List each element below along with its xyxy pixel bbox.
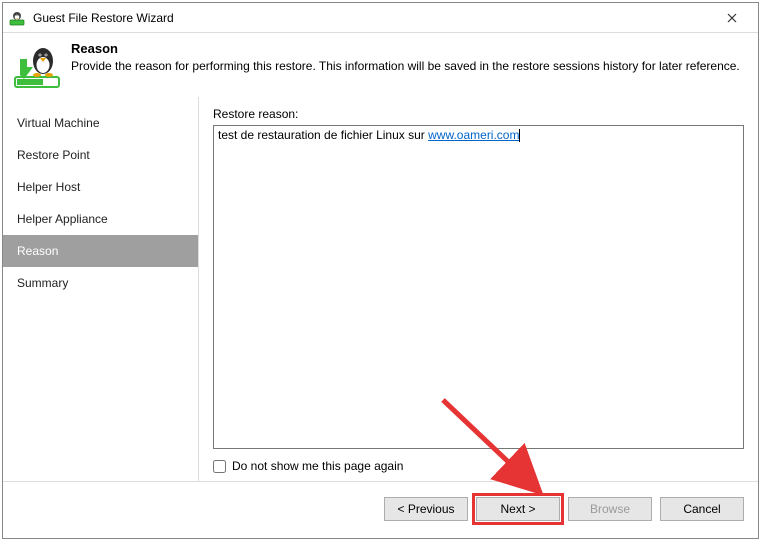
wizard-footer: < Previous Next > Browse Cancel [3, 481, 758, 535]
header-title: Reason [71, 41, 748, 56]
sidebar-item-helper-host[interactable]: Helper Host [3, 171, 198, 203]
wizard-window: Guest File Restore Wizard [2, 2, 759, 539]
sidebar-item-restore-point[interactable]: Restore Point [3, 139, 198, 171]
sidebar-item-summary[interactable]: Summary [3, 267, 198, 299]
sidebar-item-virtual-machine[interactable]: Virtual Machine [3, 107, 198, 139]
reason-text: test de restauration de fichier Linux su… [218, 128, 428, 142]
wizard-steps-sidebar: Virtual Machine Restore Point Helper Hos… [3, 97, 199, 481]
next-button[interactable]: Next > [476, 497, 560, 521]
dont-show-again-checkbox[interactable] [213, 460, 226, 473]
reason-link[interactable]: www.oameri.com [428, 128, 519, 142]
close-icon [727, 13, 737, 23]
reason-textarea[interactable]: test de restauration de fichier Linux su… [213, 125, 744, 449]
close-button[interactable] [712, 4, 752, 32]
wizard-body: Virtual Machine Restore Point Helper Hos… [3, 97, 758, 481]
dont-show-again-row[interactable]: Do not show me this page again [213, 459, 744, 473]
reason-label: Restore reason: [213, 107, 744, 121]
text-caret [519, 129, 520, 142]
wizard-main-panel: Restore reason: test de restauration de … [199, 97, 758, 481]
window-title: Guest File Restore Wizard [33, 11, 712, 25]
header-description: Provide the reason for performing this r… [71, 59, 748, 73]
previous-button[interactable]: < Previous [384, 497, 468, 521]
browse-button: Browse [568, 497, 652, 521]
cancel-button[interactable]: Cancel [660, 497, 744, 521]
dont-show-again-label: Do not show me this page again [232, 459, 403, 473]
wizard-header: Reason Provide the reason for performing… [3, 33, 758, 97]
titlebar: Guest File Restore Wizard [3, 3, 758, 33]
sidebar-item-reason[interactable]: Reason [3, 235, 198, 267]
penguin-restore-icon [13, 41, 61, 89]
sidebar-item-helper-appliance[interactable]: Helper Appliance [3, 203, 198, 235]
app-icon [9, 10, 25, 26]
